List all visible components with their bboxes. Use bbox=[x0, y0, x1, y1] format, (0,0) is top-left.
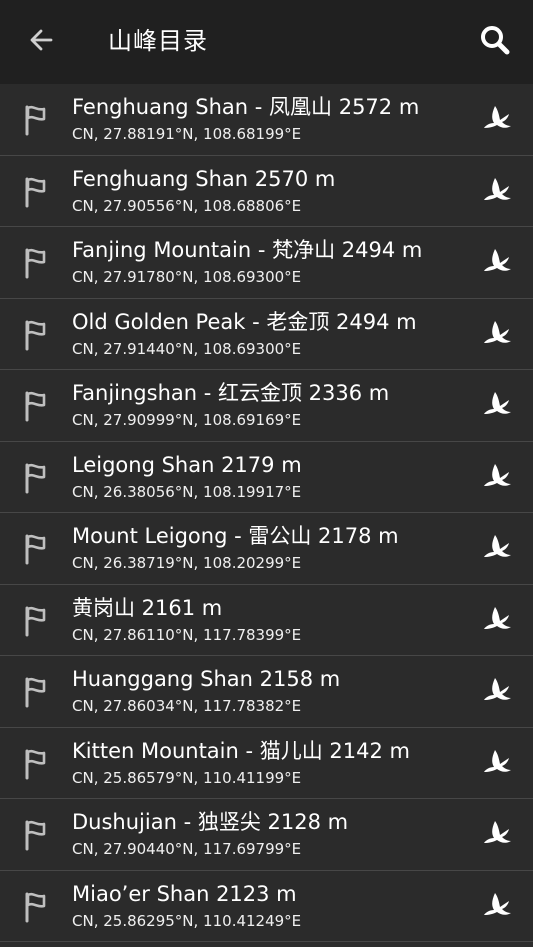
peak-list-item[interactable]: Dushujian - 独竖尖 2128 m CN, 27.90440°N, 1… bbox=[0, 799, 533, 871]
arrow-left-icon bbox=[27, 26, 55, 58]
peak-coordinates: CN, 27.91780°N, 108.69300°E bbox=[72, 268, 302, 286]
app-window: 山峰目录 Fenghuang Shan - 凤凰山 2572 m CN, 27.… bbox=[0, 0, 533, 947]
peak-coordinates: CN, 25.86295°N, 110.41249°E bbox=[72, 911, 302, 930]
peak-list-item[interactable]: Fenghuang Shan 2570 m CN, 27.90556°N, 10… bbox=[0, 155, 533, 227]
peak-name: Fanjingshan - 红云金顶 2336 m bbox=[72, 381, 390, 405]
peak-list-item[interactable]: Mount Leigong - 雷公山 2178 m CN, 26.38719°… bbox=[0, 513, 533, 585]
peak-coordinates: CN, 27.91440°N, 108.69300°E bbox=[72, 339, 302, 358]
flag-icon bbox=[22, 390, 50, 422]
bird-icon[interactable] bbox=[481, 460, 513, 494]
bird-icon[interactable] bbox=[481, 102, 513, 136]
peak-list-item[interactable]: Fanjingshan - 红云金顶 2336 m CN, 27.90999°N… bbox=[0, 370, 533, 442]
peak-name: Kitten Mountain - 猫儿山 2142 m bbox=[72, 738, 410, 763]
bird-icon[interactable] bbox=[481, 674, 513, 708]
bird-icon[interactable] bbox=[481, 388, 513, 422]
peak-list-item[interactable]: 黄岗山 2161 m CN, 27.86110°N, 117.78399°E bbox=[0, 584, 533, 656]
flag-icon bbox=[22, 748, 50, 780]
peak-name: Fenghuang Shan 2570 m bbox=[72, 166, 336, 191]
bird-icon[interactable] bbox=[481, 317, 513, 351]
bird-icon[interactable] bbox=[481, 245, 513, 279]
peak-list-item[interactable]: Miao’er Shan 2123 m CN, 25.86295°N, 110.… bbox=[0, 870, 533, 942]
peak-coordinates: CN, 25.86579°N, 110.41199°E bbox=[72, 768, 302, 787]
flag-icon bbox=[22, 891, 50, 923]
peak-list-item[interactable]: Kitten Mountain - 猫儿山 2142 m CN, 25.8657… bbox=[0, 727, 533, 799]
bird-icon[interactable] bbox=[481, 174, 513, 208]
peak-list: Fenghuang Shan - 凤凰山 2572 m CN, 27.88191… bbox=[0, 84, 533, 942]
peak-name: Miao’er Shan 2123 m bbox=[72, 881, 297, 906]
peak-list-item[interactable]: Fenghuang Shan - 凤凰山 2572 m CN, 27.88191… bbox=[0, 84, 533, 156]
flag-icon bbox=[22, 319, 50, 351]
bird-icon[interactable] bbox=[481, 531, 513, 565]
peak-name: Old Golden Peak - 老金顶 2494 m bbox=[72, 309, 417, 334]
flag-icon bbox=[22, 533, 50, 565]
peak-coordinates: CN, 26.38719°N, 108.20299°E bbox=[72, 554, 302, 572]
flag-icon bbox=[22, 176, 50, 208]
peak-coordinates: CN, 27.86110°N, 117.78399°E bbox=[72, 625, 302, 644]
peak-coordinates: CN, 27.86034°N, 117.78382°E bbox=[72, 697, 302, 715]
flag-icon bbox=[22, 605, 50, 637]
peak-name: Huanggang Shan 2158 m bbox=[72, 667, 341, 691]
bird-icon[interactable] bbox=[481, 603, 513, 637]
peak-coordinates: CN, 27.88191°N, 108.68199°E bbox=[72, 125, 302, 143]
page-title: 山峰目录 bbox=[108, 27, 208, 55]
flag-icon bbox=[22, 462, 50, 494]
bird-icon[interactable] bbox=[481, 889, 513, 923]
flag-icon bbox=[22, 104, 50, 136]
peak-coordinates: CN, 27.90556°N, 108.68806°E bbox=[72, 196, 302, 215]
bird-icon[interactable] bbox=[481, 817, 513, 851]
peak-name: Fanjing Mountain - 梵净山 2494 m bbox=[72, 238, 423, 262]
peak-name: Fenghuang Shan - 凤凰山 2572 m bbox=[72, 95, 420, 119]
peak-name: Dushujian - 独竖尖 2128 m bbox=[72, 810, 349, 834]
flag-icon bbox=[22, 247, 50, 279]
flag-icon bbox=[22, 819, 50, 851]
peak-list-item[interactable]: Fanjing Mountain - 梵净山 2494 m CN, 27.917… bbox=[0, 227, 533, 299]
search-button[interactable] bbox=[475, 22, 515, 62]
toolbar: 山峰目录 bbox=[0, 0, 533, 84]
search-icon bbox=[479, 24, 511, 60]
peak-name: Mount Leigong - 雷公山 2178 m bbox=[72, 524, 399, 548]
peak-coordinates: CN, 26.38056°N, 108.19917°E bbox=[72, 482, 302, 501]
peak-list-item[interactable]: Leigong Shan 2179 m CN, 26.38056°N, 108.… bbox=[0, 441, 533, 513]
back-button[interactable] bbox=[20, 22, 62, 62]
peak-name: 黄岗山 2161 m bbox=[72, 595, 223, 620]
peak-list-item[interactable]: Huanggang Shan 2158 m CN, 27.86034°N, 11… bbox=[0, 656, 533, 728]
flag-icon bbox=[22, 676, 50, 708]
peak-coordinates: CN, 27.90999°N, 108.69169°E bbox=[72, 411, 302, 429]
peak-list-item[interactable]: Old Golden Peak - 老金顶 2494 m CN, 27.9144… bbox=[0, 298, 533, 370]
peak-name: Leigong Shan 2179 m bbox=[72, 452, 302, 477]
peak-coordinates: CN, 27.90440°N, 117.69799°E bbox=[72, 840, 302, 858]
bird-icon[interactable] bbox=[481, 746, 513, 780]
